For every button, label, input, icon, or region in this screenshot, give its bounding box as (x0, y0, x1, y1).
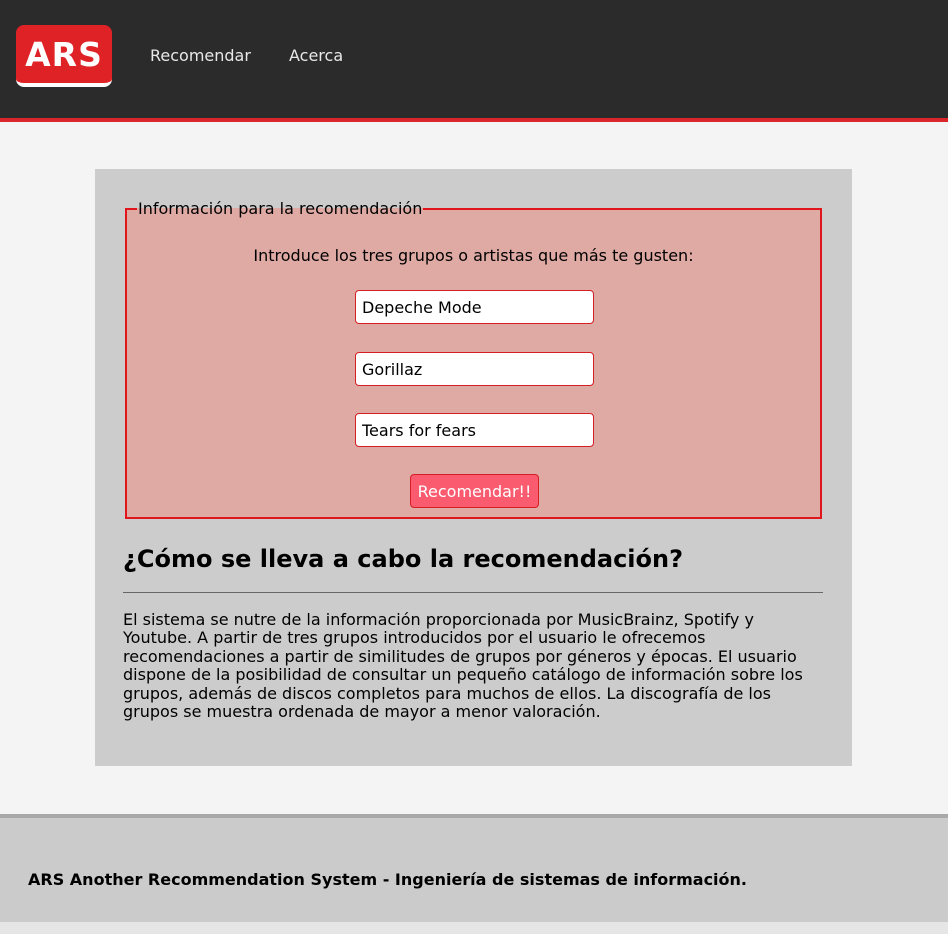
artist-input-3[interactable] (355, 413, 594, 447)
footer: ARS Another Recommendation System - Inge… (0, 814, 948, 922)
section-divider (123, 592, 823, 593)
top-navbar: ARS Recomendar Acerca (0, 0, 948, 122)
section-description: El sistema se nutre de la información pr… (123, 610, 803, 722)
form-instructions: Introduce los tres grupos o artistas que… (253, 246, 694, 265)
recommend-button[interactable]: Recomendar!! (410, 474, 539, 508)
recommendation-form: Información para la recomendación Introd… (125, 199, 822, 519)
section-title: ¿Cómo se lleva a cabo la recomendación? (123, 545, 684, 573)
main-content: Información para la recomendación Introd… (0, 122, 948, 814)
nav-recomendar-link[interactable]: Recomendar (150, 46, 251, 65)
content-card: Información para la recomendación Introd… (95, 169, 852, 766)
artist-input-2[interactable] (355, 352, 594, 386)
artist-input-1[interactable] (355, 290, 594, 324)
form-legend: Información para la recomendación (138, 199, 423, 218)
footer-text: ARS Another Recommendation System - Inge… (28, 870, 747, 889)
nav-acerca-link[interactable]: Acerca (289, 46, 343, 65)
ars-logo[interactable]: ARS (16, 25, 112, 87)
